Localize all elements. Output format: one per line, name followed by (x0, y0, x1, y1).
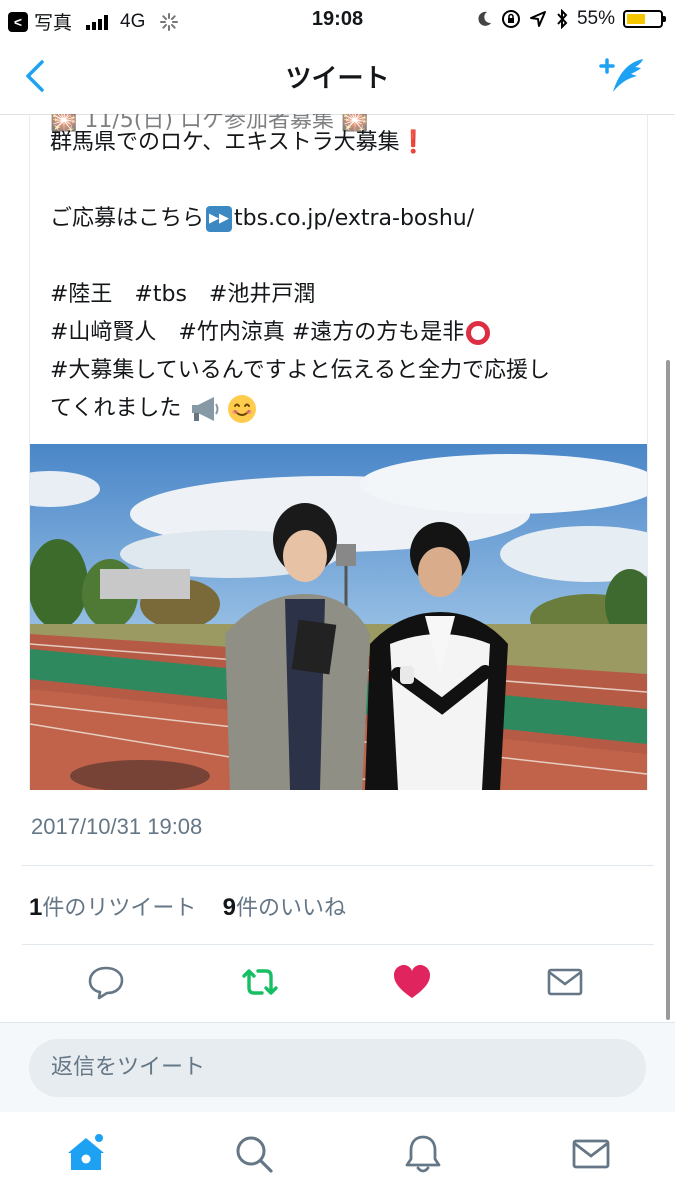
reply-icon[interactable] (84, 960, 128, 1004)
hashtag-line[interactable]: #山﨑賢人 #竹内涼真 #遠方の方も是非 (50, 320, 464, 345)
tweet-timestamp: 2017/10/31 19:08 (31, 814, 203, 839)
notification-bell-icon[interactable] (401, 1132, 445, 1176)
retweet-label: 件のリツイート (42, 895, 197, 920)
battery-icon (623, 10, 666, 28)
battery-percent: 55% (576, 8, 615, 29)
like-stat[interactable]: 9件のいいね (222, 894, 346, 921)
megaphone-icon (192, 397, 219, 421)
tweet-line: 群馬県でのロケ、エキストラ大募集 (50, 130, 400, 155)
tweet-line: ご応募はこちら (50, 206, 205, 231)
tweet-photo[interactable] (30, 444, 647, 790)
mail-icon[interactable] (543, 960, 587, 1004)
search-icon[interactable] (232, 1132, 276, 1176)
hashtag-line[interactable]: #大募集しているんですよと伝えると全力で応援し (50, 352, 630, 390)
tweet-text: 群馬県でのロケ、エキストラ大募集❗ ご応募はこちら ▶▶ tbs.co.jp/ext… (50, 124, 630, 428)
tweet-card: 🎇 11/5(日) ロケ参加者募集 🎇 群馬県でのロケ、エキストラ大募集❗ ご応… (29, 114, 648, 790)
reply-bar: 返信をツイート (0, 1022, 675, 1113)
bluetooth-icon (557, 9, 568, 29)
like-count: 9 (222, 894, 236, 921)
heart-icon[interactable] (390, 960, 434, 1004)
tweet-line: てくれました (50, 396, 182, 421)
page-title: ツイート (285, 64, 390, 94)
divider (22, 944, 654, 945)
retweet-count: 1 (29, 894, 43, 921)
exclamation-icon: ❗ (399, 130, 427, 155)
location-arrow-icon (529, 11, 546, 27)
red-circle-icon (466, 321, 491, 345)
smiling-face-icon (228, 395, 257, 423)
fast-forward-icon: ▶▶ (206, 206, 233, 232)
moon-icon (478, 11, 491, 26)
compose-tweet-icon[interactable] (599, 56, 649, 96)
hashtag-line[interactable]: #陸王 #tbs #池井戸潤 (50, 276, 630, 314)
tweet-stats: 1件のリツイート 9件のいいね (29, 890, 346, 922)
status-bar: < 写真 4G 19:08 55% (0, 0, 675, 38)
reply-input[interactable]: 返信をツイート (29, 1039, 646, 1097)
rotation-lock-icon (501, 10, 520, 28)
retweet-stat[interactable]: 1件のリツイート (29, 894, 197, 921)
messages-icon[interactable] (569, 1132, 613, 1176)
home-icon[interactable] (64, 1132, 108, 1176)
navigation-bar: ツイート (0, 38, 675, 115)
tweet-actions (0, 960, 675, 1010)
like-label: 件のいいね (235, 895, 346, 920)
divider (22, 865, 654, 866)
scrollbar[interactable] (666, 360, 670, 1020)
tweet-link[interactable]: tbs.co.jp/extra-boshu/ (234, 206, 474, 231)
retweet-icon[interactable] (238, 960, 282, 1004)
tab-bar (0, 1112, 675, 1200)
